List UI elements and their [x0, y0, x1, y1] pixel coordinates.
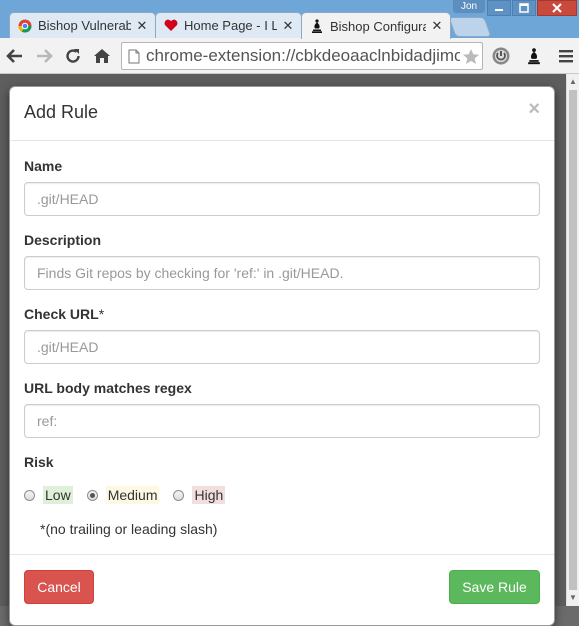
risk-high-label: High — [192, 486, 226, 504]
required-mark: * — [98, 306, 105, 322]
browser-toolbar: chrome-extension://cbkdeoaaclnbidadjimof… — [0, 38, 579, 74]
tab-bishop-configuration[interactable]: Bishop Configura ✕ — [301, 12, 451, 39]
heart-icon — [164, 19, 178, 33]
extension-power-icon[interactable] — [491, 46, 511, 66]
bishop-icon — [310, 19, 324, 33]
risk-option-high[interactable]: High — [173, 486, 226, 504]
reload-icon[interactable] — [63, 46, 83, 66]
help-note: *(no trailing or leading slash) — [40, 521, 218, 537]
bookmark-star-icon[interactable] — [460, 48, 482, 65]
check-url-label: Check URL* — [24, 306, 104, 322]
tab-title: Bishop Vulnerabili — [38, 18, 131, 33]
browser-titlebar: Bishop Vulnerabili ✕ Home Page - I Lo ✕ … — [0, 0, 579, 39]
close-tab-icon[interactable]: ✕ — [135, 18, 149, 34]
regex-input[interactable] — [24, 404, 540, 438]
modal-title: Add Rule — [24, 102, 99, 122]
risk-label: Risk — [24, 454, 54, 470]
close-icon[interactable]: × — [528, 98, 540, 121]
scrollbar-thumb[interactable] — [569, 90, 577, 590]
chrome-icon — [18, 19, 32, 33]
tab-title: Bishop Configura — [330, 18, 426, 34]
risk-options: Low Medium High — [24, 485, 239, 505]
regex-label: URL body matches regex — [24, 380, 192, 396]
check-url-input[interactable] — [24, 330, 540, 364]
risk-option-low[interactable]: Low — [24, 486, 73, 504]
radio-medium[interactable] — [86, 489, 98, 501]
risk-medium-label: Medium — [105, 486, 160, 504]
maximize-icon[interactable] — [512, 0, 536, 16]
risk-option-medium[interactable]: Medium — [86, 486, 160, 504]
new-tab-button[interactable] — [448, 17, 492, 37]
description-input[interactable] — [24, 256, 540, 290]
home-icon[interactable] — [92, 46, 112, 66]
radio-low[interactable] — [24, 489, 35, 501]
check-url-label-text: Check URL — [24, 306, 99, 322]
address-bar[interactable]: chrome-extension://cbkdeoaaclnbidadjimof… — [121, 42, 483, 70]
page-scrollbar[interactable]: ▲ ▼ — [566, 74, 579, 606]
scroll-down-icon[interactable]: ▼ — [567, 592, 579, 604]
save-rule-button[interactable]: Save Rule — [449, 570, 540, 604]
description-label: Description — [24, 232, 102, 248]
modal-header: Add Rule × — [10, 87, 554, 141]
name-input[interactable] — [24, 182, 540, 216]
risk-low-label: Low — [43, 486, 73, 504]
cancel-button[interactable]: Cancel — [24, 570, 94, 604]
name-label: Name — [24, 158, 63, 174]
profile-badge[interactable]: Jon — [453, 0, 485, 13]
back-arrow-icon[interactable] — [5, 46, 25, 66]
scroll-up-icon[interactable]: ▲ — [567, 76, 579, 88]
close-window-icon[interactable] — [537, 0, 577, 16]
modal-footer-divider — [10, 554, 554, 555]
minimize-icon[interactable] — [487, 0, 511, 16]
close-tab-icon[interactable]: ✕ — [281, 18, 295, 34]
tab-title: Home Page - I Lo — [184, 18, 277, 33]
tab-bishop-vulnerabilities[interactable]: Bishop Vulnerabili ✕ — [9, 12, 156, 38]
forward-arrow-icon[interactable] — [34, 46, 54, 66]
address-text: chrome-extension://cbkdeoaaclnbidadjimof… — [146, 46, 460, 65]
close-tab-icon[interactable]: ✕ — [430, 18, 444, 34]
menu-icon[interactable] — [556, 46, 576, 66]
bishop-extension-icon[interactable] — [524, 46, 544, 66]
page-icon — [128, 49, 140, 64]
tab-home-page[interactable]: Home Page - I Lo ✕ — [155, 12, 302, 38]
radio-high[interactable] — [173, 489, 185, 501]
add-rule-modal: Add Rule × Name Description Check URL* U… — [9, 86, 555, 626]
